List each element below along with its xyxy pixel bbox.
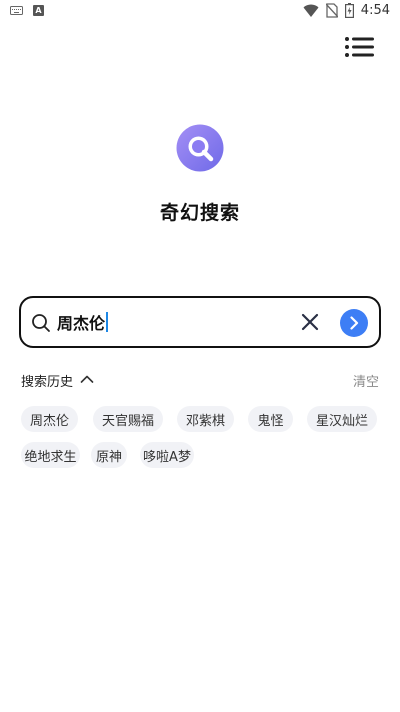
chevron-up-icon[interactable] [80,374,94,384]
search-history-title: 搜索历史 [21,375,74,390]
keyboard-icon [10,6,23,15]
search-box[interactable]: 周杰伦 [19,296,381,348]
history-chip[interactable]: 鬼怪 [248,406,293,432]
menu-icon [345,37,374,57]
status-bar: A 4:54 [0,0,400,24]
menu-button[interactable] [340,32,378,62]
no-sim-icon [325,3,338,18]
history-chip[interactable]: 天官赐福 [93,406,163,432]
search-submit-button[interactable] [340,309,368,337]
history-chip[interactable]: 周杰伦 [21,406,78,432]
search-icon [32,314,50,332]
text-caret [106,312,109,332]
clear-history-button[interactable]: 清空 [353,371,379,390]
app-logo [176,124,224,172]
history-chip[interactable]: 原神 [91,442,127,468]
search-logo-icon [176,124,224,172]
history-chip[interactable]: 哆啦A梦 [140,442,194,468]
search-input[interactable]: 周杰伦 [57,310,109,334]
history-chip[interactable]: 邓紫棋 [177,406,234,432]
search-input-value: 周杰伦 [57,314,106,333]
history-chip[interactable]: 星汉灿烂 [307,406,377,432]
arrow-right-icon [350,316,359,330]
app-title: 奇幻搜索 [159,202,240,224]
history-chip[interactable]: 绝地求生 [21,442,80,468]
status-time: 4:54 [360,3,390,18]
a-icon: A [33,5,44,16]
close-icon[interactable] [301,313,319,331]
search-history-header: 搜索历史 清空 [21,368,379,392]
battery-charging-icon [344,3,354,18]
wifi-icon [303,4,319,17]
